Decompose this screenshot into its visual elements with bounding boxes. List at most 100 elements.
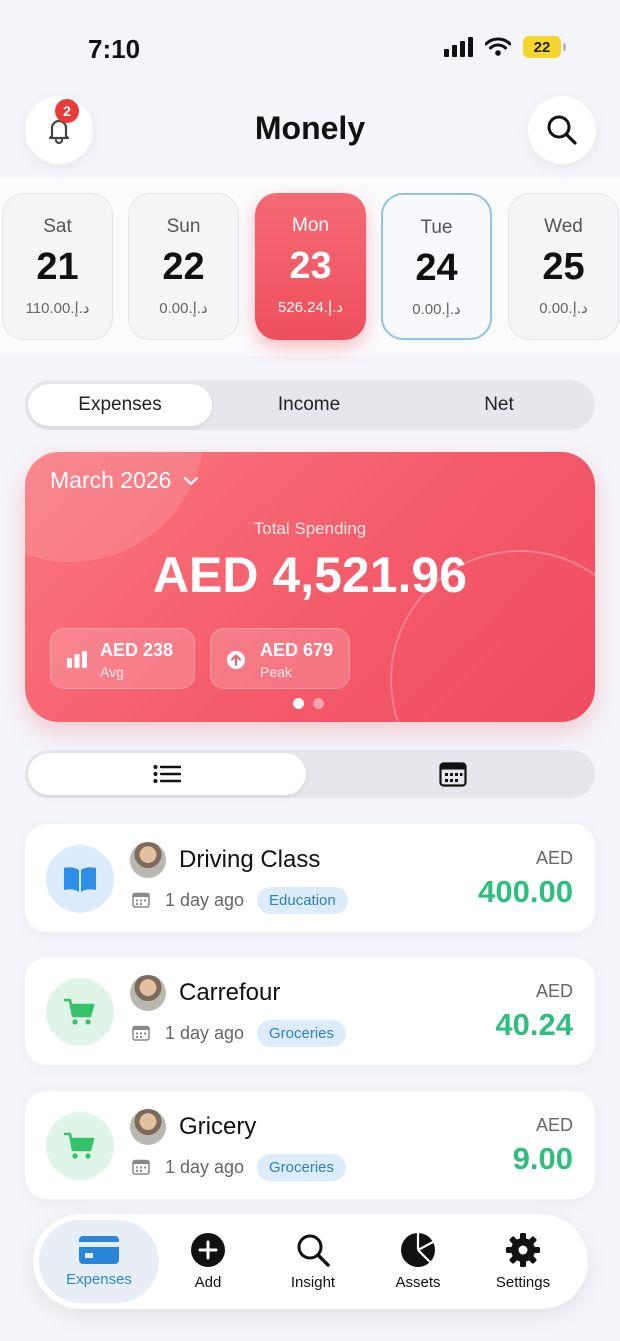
calendar-icon bbox=[132, 1159, 150, 1175]
total-spending-label: Total Spending bbox=[253, 519, 367, 538]
tab-net[interactable]: Net bbox=[405, 384, 593, 426]
calendar-icon bbox=[132, 892, 150, 908]
transaction-currency: AED bbox=[535, 848, 573, 868]
day-name: Sat bbox=[43, 216, 72, 237]
day-number: 22 bbox=[162, 246, 205, 288]
type-segmented-control: Expenses Income Net bbox=[25, 380, 595, 430]
cellular-signal-icon bbox=[444, 37, 473, 57]
avatar bbox=[130, 975, 166, 1011]
day-name: Tue bbox=[420, 217, 453, 238]
avatar bbox=[130, 842, 166, 878]
status-icons: 22 bbox=[444, 36, 566, 58]
tab-label: Insight bbox=[290, 1274, 336, 1291]
peak-pill: AED 679 Peak bbox=[210, 628, 350, 689]
arrow-up-circle-icon bbox=[227, 651, 245, 669]
transaction-row[interactable]: Carrefour 1 day ago Groceries AED 40.24 bbox=[25, 957, 595, 1065]
transaction-time: 1 day ago bbox=[165, 890, 245, 910]
plus-circle-icon bbox=[191, 1233, 225, 1267]
wifi-icon bbox=[485, 37, 511, 56]
transaction-row[interactable]: Driving Class 1 day ago Education AED 40… bbox=[25, 824, 595, 932]
day-number: 23 bbox=[289, 245, 332, 287]
calendar-icon bbox=[132, 1025, 150, 1041]
tab-expenses[interactable]: Expenses bbox=[28, 384, 212, 426]
category-icon-wrap bbox=[46, 845, 114, 913]
bar-chart-icon bbox=[67, 651, 87, 668]
calendar-view-button[interactable] bbox=[314, 753, 592, 795]
peak-value: AED 679 bbox=[260, 640, 334, 660]
transaction-name: Carrefour bbox=[179, 979, 281, 1006]
app-title: Monely bbox=[254, 110, 366, 146]
calendar-icon bbox=[439, 762, 467, 787]
transaction-name: Driving Class bbox=[179, 846, 321, 873]
month-label: March 2026 bbox=[50, 467, 172, 493]
tab-label: Add bbox=[194, 1274, 222, 1291]
tab-income[interactable]: Income bbox=[215, 384, 403, 426]
list-view-button[interactable] bbox=[28, 753, 306, 795]
gear-icon bbox=[506, 1233, 540, 1267]
day-number: 25 bbox=[542, 246, 585, 288]
transaction-amount: 9.00 bbox=[512, 1141, 573, 1176]
status-time: 7:10 bbox=[88, 34, 141, 64]
search-icon bbox=[297, 1234, 330, 1267]
tab-label: Assets bbox=[395, 1274, 441, 1291]
day-name: Mon bbox=[292, 215, 329, 236]
category-icon-wrap bbox=[46, 978, 114, 1046]
tab-bar-insight[interactable]: Insight bbox=[273, 1214, 353, 1309]
avatar bbox=[130, 1109, 166, 1145]
transaction-time: 1 day ago bbox=[165, 1023, 245, 1043]
peak-label: Peak bbox=[260, 664, 292, 680]
credit-card-icon bbox=[79, 1236, 119, 1264]
day-card-mon-selected[interactable]: Mon 23 526.24.د.إ bbox=[255, 193, 366, 340]
total-spending-amount: AED 4,521.96 bbox=[152, 547, 468, 603]
transaction-amount: 400.00 bbox=[478, 874, 573, 909]
search-button[interactable] bbox=[528, 96, 596, 164]
day-amount: 0.00.د.إ bbox=[412, 301, 461, 318]
cart-icon bbox=[64, 998, 95, 1025]
transaction-currency: AED bbox=[535, 1115, 573, 1135]
tab-bar-assets[interactable]: Assets bbox=[378, 1214, 458, 1309]
day-number: 21 bbox=[36, 246, 79, 288]
transaction-time: 1 day ago bbox=[165, 1157, 245, 1177]
tab-bar-settings[interactable]: Settings bbox=[483, 1214, 563, 1309]
list-icon bbox=[153, 765, 181, 783]
battery-level: 22 bbox=[523, 36, 561, 58]
transaction-row[interactable]: Gricery 1 day ago Groceries AED 9.00 bbox=[25, 1091, 595, 1199]
month-selector[interactable]: March 2026 bbox=[50, 467, 199, 494]
day-name: Wed bbox=[544, 216, 583, 237]
tab-label: Settings bbox=[495, 1274, 551, 1291]
day-name: Sun bbox=[166, 216, 201, 237]
day-number: 24 bbox=[415, 247, 458, 289]
page-indicator[interactable] bbox=[293, 698, 324, 709]
status-bar: 7:10 22 bbox=[0, 0, 620, 96]
search-icon bbox=[547, 115, 577, 145]
tab-label: Expenses bbox=[66, 1271, 132, 1288]
day-amount: 526.24.د.إ bbox=[277, 299, 344, 316]
day-amount: 110.00.د.إ bbox=[25, 300, 90, 317]
day-card-sun[interactable]: Sun 22 0.00.د.إ bbox=[128, 193, 239, 340]
battery-icon: 22 bbox=[523, 36, 566, 58]
category-tag: Groceries bbox=[257, 1020, 347, 1047]
day-amount: 0.00.د.إ bbox=[539, 300, 588, 317]
day-card-wed[interactable]: Wed 25 0.00.د.إ bbox=[508, 193, 619, 340]
category-icon-wrap bbox=[46, 1112, 114, 1180]
tab-bar-expenses[interactable]: Expenses bbox=[39, 1220, 159, 1303]
avg-pill: AED 238 Avg bbox=[50, 628, 195, 689]
day-amount: 0.00.د.إ bbox=[159, 300, 208, 317]
tab-bar-add[interactable]: Add bbox=[173, 1214, 243, 1309]
avg-value: AED 238 bbox=[100, 640, 174, 660]
spending-summary-card: March 2026 Total Spending AED 4,521.96 A… bbox=[25, 452, 595, 722]
view-toggle bbox=[25, 750, 595, 798]
chevron-down-icon bbox=[184, 476, 199, 485]
transaction-currency: AED bbox=[535, 981, 573, 1001]
transaction-name: Gricery bbox=[179, 1113, 257, 1140]
pie-chart-icon bbox=[401, 1233, 435, 1267]
avg-label: Avg bbox=[100, 664, 124, 680]
transaction-amount: 40.24 bbox=[495, 1007, 573, 1042]
category-tag: Education bbox=[257, 887, 348, 914]
bottom-tab-bar: Expenses Add Insight Assets Settings bbox=[33, 1214, 588, 1309]
book-icon bbox=[64, 867, 96, 892]
day-card-tue-today[interactable]: Tue 24 0.00.د.إ bbox=[381, 193, 492, 340]
date-strip: Sat 21 110.00.د.إ Sun 22 0.00.د.إ Mon 23… bbox=[0, 178, 620, 356]
day-card-sat[interactable]: Sat 21 110.00.د.إ bbox=[2, 193, 113, 340]
category-tag: Groceries bbox=[257, 1154, 347, 1181]
